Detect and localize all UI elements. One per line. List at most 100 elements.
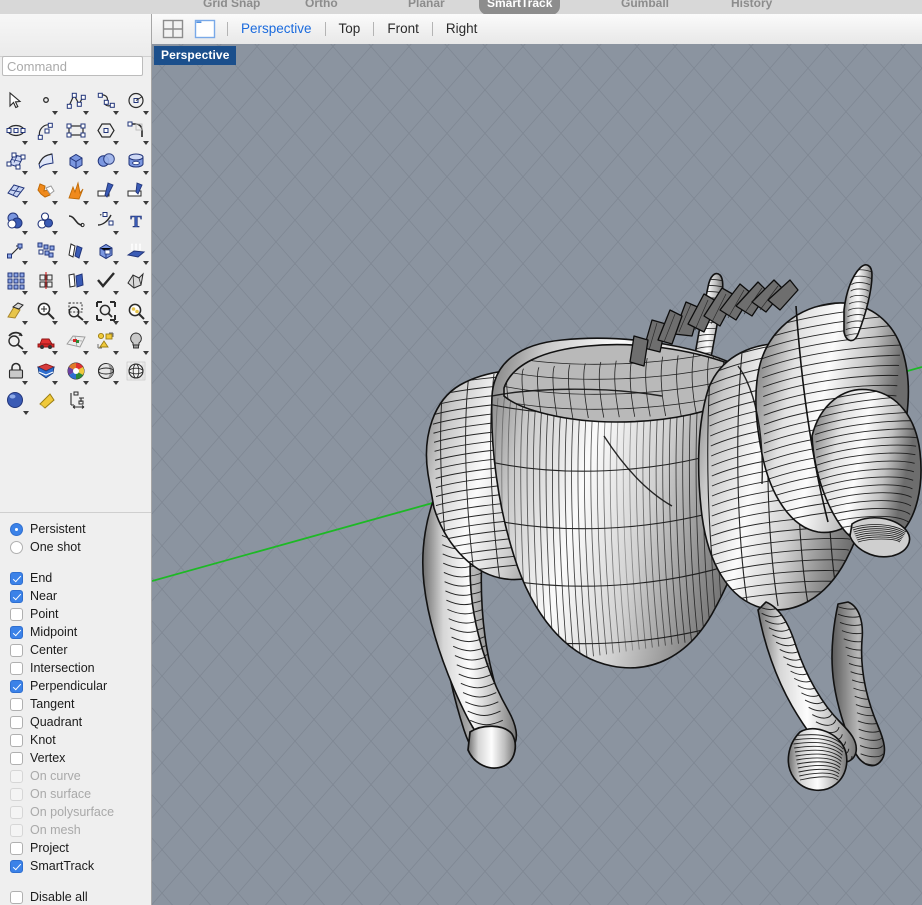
- flyout-arrow-icon[interactable]: [113, 231, 119, 235]
- flyout-arrow-icon[interactable]: [83, 201, 89, 205]
- status-toggle-ortho[interactable]: Ortho: [297, 0, 346, 14]
- blend-curve-icon[interactable]: [61, 206, 90, 236]
- move-icon[interactable]: [1, 236, 30, 266]
- polyline-icon[interactable]: [61, 86, 90, 116]
- osnap-smarttrack[interactable]: SmartTrack: [10, 857, 150, 875]
- checkbox-point[interactable]: [10, 608, 23, 621]
- undo-view-icon[interactable]: [1, 326, 30, 356]
- render-icon[interactable]: [1, 386, 31, 416]
- flyout-arrow-icon[interactable]: [22, 261, 28, 265]
- flyout-arrow-icon[interactable]: [83, 321, 89, 325]
- flyout-arrow-icon[interactable]: [52, 171, 58, 175]
- text-icon[interactable]: T: [122, 206, 151, 236]
- status-toggle-grid-snap[interactable]: Grid Snap: [195, 0, 268, 14]
- osnap-disable-all[interactable]: Disable all: [10, 888, 150, 905]
- flyout-arrow-icon[interactable]: [52, 261, 58, 265]
- checkbox-perpendicular[interactable]: [10, 680, 23, 693]
- flyout-arrow-icon[interactable]: [22, 201, 28, 205]
- flyout-arrow-icon[interactable]: [52, 381, 58, 385]
- flyout-arrow-icon[interactable]: [52, 321, 58, 325]
- checkbox-end[interactable]: [10, 572, 23, 585]
- flyout-arrow-icon[interactable]: [83, 351, 89, 355]
- checkbox-near[interactable]: [10, 590, 23, 603]
- flyout-arrow-icon[interactable]: [113, 351, 119, 355]
- checkbox-smarttrack[interactable]: [10, 860, 23, 873]
- flyout-arrow-icon[interactable]: [113, 261, 119, 265]
- flyout-arrow-icon[interactable]: [143, 291, 149, 295]
- boolean-union-icon[interactable]: [31, 176, 60, 206]
- box-icon[interactable]: [61, 146, 90, 176]
- checkbox-intersection[interactable]: [10, 662, 23, 675]
- flyout-arrow-icon[interactable]: [52, 351, 58, 355]
- cage-edit-icon[interactable]: [122, 266, 151, 296]
- viewport-tab-top[interactable]: Top: [337, 14, 363, 44]
- flyout-arrow-icon[interactable]: [143, 201, 149, 205]
- radio-persistent[interactable]: [10, 523, 23, 536]
- curve-interpolate-icon[interactable]: [92, 86, 121, 116]
- flyout-arrow-icon[interactable]: [83, 261, 89, 265]
- named-views-icon[interactable]: [31, 326, 60, 356]
- light-icon[interactable]: [122, 326, 151, 356]
- copy-icon[interactable]: [31, 236, 60, 266]
- flyout-arrow-icon[interactable]: [52, 111, 58, 115]
- flyout-arrow-icon[interactable]: [52, 141, 58, 145]
- status-toggle-history[interactable]: History: [723, 0, 780, 14]
- render-mesh-icon[interactable]: [31, 356, 60, 386]
- flyout-arrow-icon[interactable]: [83, 111, 89, 115]
- flyout-arrow-icon[interactable]: [143, 351, 149, 355]
- viewport-tab-perspective[interactable]: Perspective: [239, 14, 314, 44]
- flyout-arrow-icon[interactable]: [113, 141, 119, 145]
- circle-icon[interactable]: [122, 86, 151, 116]
- viewport-tab-right[interactable]: Right: [444, 14, 480, 44]
- osnap-end[interactable]: End: [10, 569, 150, 587]
- zoom-selected-icon[interactable]: [92, 296, 121, 326]
- flyout-arrow-icon[interactable]: [22, 351, 28, 355]
- zoom-details-icon[interactable]: [122, 296, 151, 326]
- checkbox-vertex[interactable]: [10, 752, 23, 765]
- osnap-project[interactable]: Project: [10, 839, 150, 857]
- scale-icon[interactable]: [92, 236, 121, 266]
- flyout-arrow-icon[interactable]: [22, 321, 28, 325]
- flyout-arrow-icon[interactable]: [22, 231, 28, 235]
- checkbox-project[interactable]: [10, 842, 23, 855]
- flyout-arrow-icon[interactable]: [143, 171, 149, 175]
- osnap-mode-one-shot[interactable]: One shot: [10, 538, 150, 556]
- flyout-arrow-icon[interactable]: [83, 381, 89, 385]
- viewport-name-label[interactable]: Perspective: [154, 46, 236, 65]
- flyout-arrow-icon[interactable]: [143, 111, 149, 115]
- flyout-arrow-icon[interactable]: [23, 411, 29, 415]
- flyout-arrow-icon[interactable]: [52, 201, 58, 205]
- status-toggle-planar[interactable]: Planar: [400, 0, 453, 14]
- ghosted-sphere-icon[interactable]: [122, 356, 151, 386]
- command-input[interactable]: [2, 56, 143, 76]
- extend-curve-icon[interactable]: [92, 206, 121, 236]
- osnap-tangent[interactable]: Tangent: [10, 695, 150, 713]
- check-object-icon[interactable]: [92, 266, 121, 296]
- rotate-icon[interactable]: [61, 236, 90, 266]
- flyout-arrow-icon[interactable]: [83, 171, 89, 175]
- flyout-arrow-icon[interactable]: [22, 141, 28, 145]
- flyout-arrow-icon[interactable]: [143, 141, 149, 145]
- osnap-mode-persistent[interactable]: Persistent: [10, 520, 150, 538]
- offset-icon[interactable]: [31, 206, 60, 236]
- osnap-intersection[interactable]: Intersection: [10, 659, 150, 677]
- status-toggle-gumball[interactable]: Gumball: [613, 0, 677, 14]
- perspective-grid-icon[interactable]: [61, 326, 90, 356]
- flyout-arrow-icon[interactable]: [113, 381, 119, 385]
- cylinder-icon[interactable]: [122, 146, 151, 176]
- flyout-arrow-icon[interactable]: [143, 321, 149, 325]
- shaded-sphere-icon[interactable]: [92, 356, 121, 386]
- flyout-arrow-icon[interactable]: [52, 291, 58, 295]
- dimension-icon[interactable]: [63, 386, 93, 416]
- flyout-arrow-icon[interactable]: [22, 171, 28, 175]
- osnap-quadrant[interactable]: Quadrant: [10, 713, 150, 731]
- osnap-near[interactable]: Near: [10, 587, 150, 605]
- flow-icon[interactable]: [61, 266, 90, 296]
- flyout-arrow-icon[interactable]: [22, 291, 28, 295]
- select-arrow-icon[interactable]: [1, 86, 30, 116]
- perspective-viewport[interactable]: Perspective: [152, 44, 922, 905]
- lock-layer-icon[interactable]: [1, 356, 30, 386]
- flyout-arrow-icon[interactable]: [143, 261, 149, 265]
- color-picker-icon[interactable]: [61, 356, 90, 386]
- four-view-layout-icon[interactable]: [162, 19, 184, 39]
